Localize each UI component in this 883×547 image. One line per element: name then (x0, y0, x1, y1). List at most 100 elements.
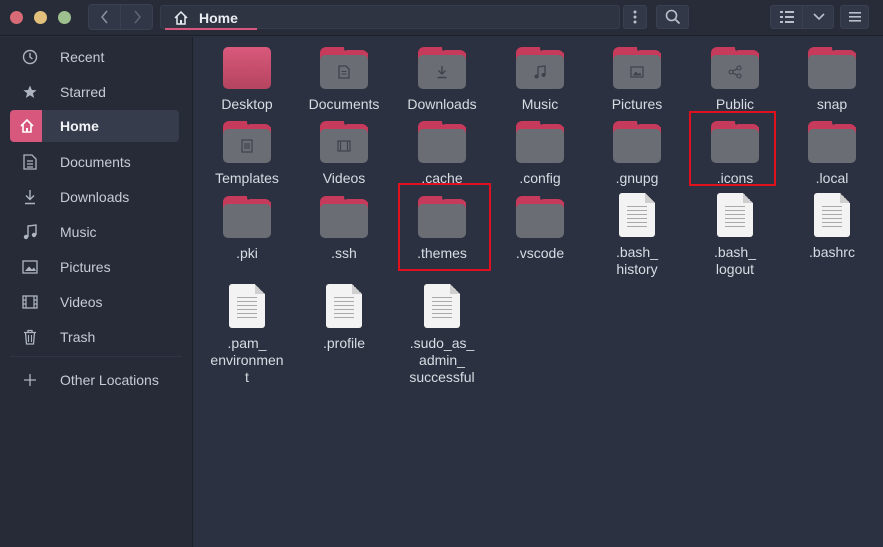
sidebar-item-label: Starred (60, 84, 106, 100)
music-folder-icon (516, 47, 564, 89)
navigation-buttons (88, 4, 153, 30)
public-folder-icon (711, 47, 759, 89)
header-bar: Home (0, 0, 883, 36)
file-label: .sudo_as_ admin_ successful (409, 335, 475, 385)
file-item[interactable]: .bash_ history (587, 193, 687, 278)
sidebar-item-starred[interactable]: Starred (10, 76, 179, 108)
folder-item[interactable]: .local (782, 121, 882, 187)
sidebar-item-other-locations[interactable]: Other Locations (10, 364, 179, 396)
sidebar-item-label: Downloads (60, 189, 130, 205)
folder-item[interactable]: Videos (294, 121, 394, 187)
folder-item[interactable]: Templates (197, 121, 297, 187)
sidebar-item-home[interactable]: Home (10, 110, 179, 142)
sidebar-divider (10, 356, 182, 357)
file-label: snap (816, 96, 848, 112)
search-button[interactable] (656, 5, 689, 29)
chevron-left-icon (100, 10, 108, 24)
file-label: Pictures (611, 96, 663, 112)
sidebar-item-label: Pictures (60, 259, 111, 275)
document-icon (338, 65, 350, 79)
folder-icon (418, 121, 466, 163)
file-label: Templates (215, 170, 279, 186)
folder-item[interactable]: .gnupg (587, 121, 687, 187)
path-bar: Home (160, 5, 620, 30)
breadcrumb-underline (165, 28, 257, 30)
folder-icon (516, 121, 564, 163)
folder-item[interactable]: .vscode (490, 196, 590, 262)
folder-icon (808, 47, 856, 89)
sidebar-item-documents[interactable]: Documents (10, 146, 179, 178)
sidebar-item-label: Home (60, 118, 99, 134)
documents-folder-icon (320, 47, 368, 89)
pictures-folder-icon (613, 47, 661, 89)
folder-item[interactable]: Desktop (197, 47, 297, 113)
sidebar-item-label: Music (60, 224, 97, 240)
forward-button[interactable] (121, 5, 153, 29)
window-close-button[interactable] (10, 11, 23, 24)
back-button[interactable] (89, 5, 121, 29)
folder-item[interactable]: .config (490, 121, 590, 187)
sidebar-item-music[interactable]: Music (10, 216, 179, 248)
download-icon (10, 181, 48, 213)
breadcrumb-home[interactable]: Home (163, 7, 261, 30)
sidebar-item-label: Documents (60, 154, 131, 170)
search-icon (665, 9, 680, 25)
folder-item[interactable]: Public (685, 47, 785, 113)
window-minimize-button[interactable] (34, 11, 47, 24)
plus-icon (10, 364, 48, 396)
folder-item[interactable]: Downloads (392, 47, 492, 113)
text-file-icon (229, 284, 265, 328)
folder-icon (223, 196, 271, 238)
text-file-icon (424, 284, 460, 328)
main-menu-button[interactable] (840, 5, 869, 29)
star-icon (10, 76, 48, 108)
sidebar-item-trash[interactable]: Trash (10, 321, 179, 353)
file-label: .bash_ history (615, 244, 659, 277)
file-item[interactable]: .bash_ logout (685, 193, 785, 278)
folder-item[interactable]: .ssh (294, 196, 394, 262)
file-label: Music (521, 96, 559, 112)
file-label: .local (815, 170, 849, 186)
file-label: .bashrc (809, 244, 855, 260)
home-icon (174, 10, 188, 25)
view-options-button[interactable] (803, 6, 835, 28)
text-file-icon (326, 284, 362, 328)
share-icon (728, 65, 742, 79)
sidebar-item-recent[interactable]: Recent (10, 41, 179, 73)
template-icon (241, 139, 253, 153)
music-icon (534, 65, 546, 79)
file-item[interactable]: .pam_ environmen t (197, 284, 297, 386)
film-icon (337, 140, 351, 152)
home-icon (10, 110, 42, 142)
file-item[interactable]: .bashrc (782, 193, 882, 261)
downloads-folder-icon (418, 47, 466, 89)
folder-item[interactable]: Documents (294, 47, 394, 113)
file-item[interactable]: .profile (294, 284, 394, 352)
folder-item[interactable]: Music (490, 47, 590, 113)
highlight-box-icons (689, 111, 776, 186)
chevron-right-icon (134, 10, 141, 24)
download-icon (437, 66, 447, 79)
path-menu-button[interactable] (623, 5, 647, 29)
view-controls (770, 5, 834, 29)
clock-icon (10, 41, 48, 73)
sidebar: Recent Starred Home Documents Downloads … (0, 37, 193, 547)
folder-item[interactable]: snap (782, 47, 882, 113)
film-icon (10, 286, 48, 318)
file-label: .vscode (515, 245, 565, 261)
file-item[interactable]: .sudo_as_ admin_ successful (392, 284, 492, 386)
folder-icon (613, 121, 661, 163)
folder-item[interactable]: .pki (197, 196, 297, 262)
sidebar-item-pictures[interactable]: Pictures (10, 251, 179, 283)
folder-item[interactable]: Pictures (587, 47, 687, 113)
chevron-down-icon (813, 13, 825, 21)
window-maximize-button[interactable] (58, 11, 71, 24)
sidebar-item-videos[interactable]: Videos (10, 286, 179, 318)
sidebar-item-downloads[interactable]: Downloads (10, 181, 179, 213)
list-view-button[interactable] (771, 6, 803, 28)
file-label: .ssh (331, 245, 357, 261)
sidebar-item-label: Videos (60, 294, 103, 310)
folder-item[interactable]: .cache (392, 121, 492, 187)
file-label: .profile (322, 335, 366, 351)
sidebar-item-label: Recent (60, 49, 105, 65)
